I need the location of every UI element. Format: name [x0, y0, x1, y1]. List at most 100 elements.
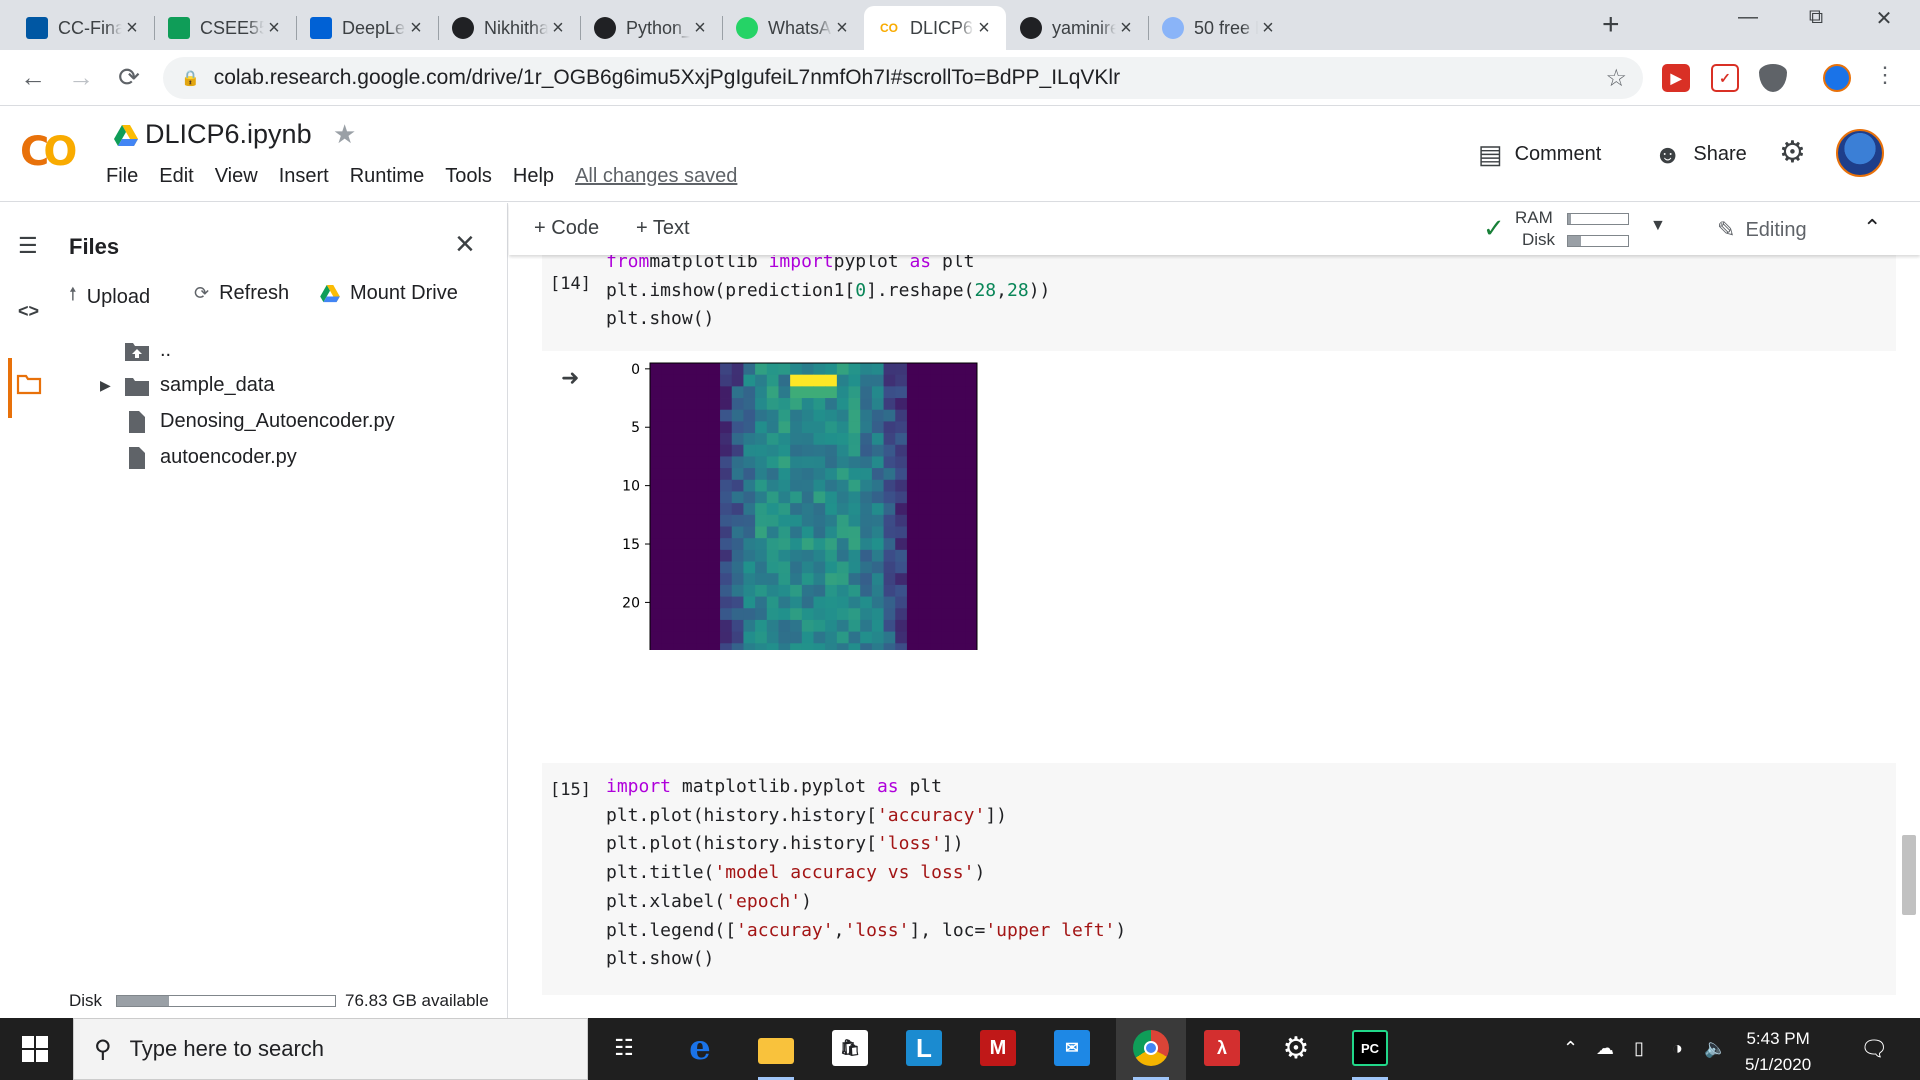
notification-center-icon[interactable]: 🗨 [1860, 1036, 1888, 1062]
heatmap-cell [673, 573, 686, 586]
windows-start-icon[interactable] [22, 1036, 48, 1062]
browser-tab[interactable]: CC-Final E× [12, 6, 154, 50]
share-button[interactable]: ☻ Share [1654, 139, 1747, 170]
folder-icon[interactable] [16, 373, 42, 395]
code-cell[interactable]: [15] import matplotlib.pyplot as plt plt.… [542, 763, 1896, 995]
menu-view[interactable]: View [215, 165, 258, 188]
omnibox[interactable]: 🔒 colab.research.google.com/drive/1r_OGB… [163, 57, 1643, 99]
editing-mode-button[interactable]: ✎ Editing [1717, 217, 1807, 243]
heatmap-cell [685, 631, 698, 644]
onedrive-warning-icon[interactable]: ☁ [1596, 1038, 1614, 1059]
mcafee-icon[interactable]: M [980, 1030, 1016, 1066]
back-icon[interactable]: ← [16, 62, 50, 93]
file-tree-item[interactable]: Denosing_Autoencoder.py [100, 410, 395, 433]
taskbar-search-box[interactable]: ⚲ Type here to search [73, 1018, 588, 1080]
colab-logo[interactable]: CO [20, 129, 77, 175]
shield-extension-icon[interactable] [1759, 64, 1787, 92]
add-code-cell-button[interactable]: + Code [534, 217, 599, 240]
output-icon[interactable]: ➜ [561, 365, 579, 391]
heatmap-cell [801, 596, 814, 609]
battery-icon[interactable]: ▯ [1634, 1038, 1644, 1059]
browser-tab[interactable]: Python_D× [580, 6, 722, 50]
browser-menu-icon[interactable]: ⋮ [1868, 62, 1902, 88]
chrome-icon[interactable] [1133, 1030, 1169, 1066]
reload-icon[interactable]: ⟳ [112, 62, 146, 93]
parent-directory-row[interactable]: .. [100, 339, 171, 362]
browser-tab[interactable]: DeepLear× [296, 6, 438, 50]
task-view-icon[interactable]: ☷ [606, 1030, 642, 1066]
notebook-scrollbar[interactable] [1902, 835, 1916, 915]
heatmap-cell [673, 386, 686, 399]
pocket-icon[interactable]: ✓ [1711, 64, 1739, 92]
new-tab-button[interactable]: + [1602, 8, 1620, 42]
collapse-header-icon[interactable]: ⌃ [1863, 215, 1881, 241]
menu-insert[interactable]: Insert [279, 165, 329, 188]
edge-icon[interactable]: e [682, 1028, 718, 1068]
menu-help[interactable]: Help [513, 165, 554, 188]
menu-edit[interactable]: Edit [159, 165, 193, 188]
add-text-cell-button[interactable]: + Text [636, 217, 690, 240]
browser-tab[interactable]: 50 free M× [1148, 6, 1290, 50]
close-tab-icon[interactable]: × [832, 17, 852, 40]
star-notebook-icon[interactable]: ★ [333, 119, 356, 150]
browser-tab[interactable]: CSEE5590× [154, 6, 296, 50]
restore-button[interactable]: ⧉ [1786, 6, 1846, 29]
settings-gear-icon[interactable]: ⚙ [1779, 135, 1818, 170]
profile-avatar-icon[interactable] [1823, 64, 1851, 92]
code-snippets-icon[interactable]: <> [18, 301, 39, 322]
table-of-contents-icon[interactable]: ☰ [18, 233, 38, 259]
mount-drive-button[interactable]: Mount Drive [320, 282, 458, 305]
url-text[interactable]: colab.research.google.com/drive/1r_OGB6g… [214, 66, 1120, 90]
close-panel-icon[interactable]: × [455, 225, 475, 264]
resources-dropdown-icon[interactable]: ▼ [1650, 217, 1666, 235]
browser-tab[interactable]: CO DLICP6.ip× [864, 6, 1006, 50]
heatmap-cell [848, 456, 861, 469]
refresh-button[interactable]: ⟳ Refresh [194, 282, 289, 305]
browser-tab[interactable]: NikhithaK× [438, 6, 580, 50]
menu-tools[interactable]: Tools [445, 165, 492, 188]
code-editor[interactable]: frommatplotlib importpyplot as plt plt.im… [606, 255, 1050, 334]
file-tree-item[interactable]: ▶ sample_data [100, 374, 275, 397]
wifi-icon[interactable]: ◑ [1672, 1038, 1683, 1059]
expand-arrow-icon[interactable]: ▶ [100, 377, 124, 394]
close-tab-icon[interactable]: × [1258, 17, 1278, 40]
lync-icon[interactable]: L [906, 1030, 942, 1066]
volume-icon[interactable]: 🔈 [1704, 1038, 1726, 1059]
settings-icon[interactable]: ⚙ [1278, 1030, 1314, 1066]
menu-file[interactable]: File [106, 165, 138, 188]
browser-tab[interactable]: WhatsApp× [722, 6, 864, 50]
upload-button[interactable]: 🠕 Upload [69, 282, 150, 312]
browser-tab[interactable]: yaminired× [1006, 6, 1148, 50]
menu-runtime[interactable]: Runtime [350, 165, 424, 188]
file-explorer-icon[interactable] [758, 1038, 794, 1064]
code-cell[interactable]: [14] frommatplotlib importpyplot as plt p… [542, 255, 1896, 351]
pycharm-icon[interactable]: PC [1352, 1030, 1388, 1066]
heatmap-cell [766, 479, 779, 492]
minimize-button[interactable]: — [1718, 6, 1778, 29]
mail-icon[interactable]: ✉ [1054, 1030, 1090, 1066]
heatmap-cell [720, 386, 733, 399]
show-hidden-icons[interactable]: ⌃ [1563, 1038, 1578, 1059]
comment-button[interactable]: ▤ Comment [1478, 139, 1601, 170]
close-tab-icon[interactable]: × [1116, 17, 1136, 40]
user-avatar[interactable] [1836, 129, 1884, 177]
file-tree-item[interactable]: autoencoder.py [100, 446, 297, 469]
store-icon[interactable]: 🛍 [832, 1030, 868, 1066]
close-tab-icon[interactable]: × [122, 17, 142, 40]
close-tab-icon[interactable]: × [548, 17, 568, 40]
close-window-button[interactable]: ✕ [1854, 6, 1914, 31]
heatmap-cell [906, 409, 920, 422]
close-tab-icon[interactable]: × [406, 17, 426, 40]
close-tab-icon[interactable]: × [974, 17, 994, 40]
code-editor[interactable]: import matplotlib.pyplot as plt plt.plot(… [606, 773, 1126, 974]
notebook-title[interactable]: DLICP6.ipynb [145, 119, 312, 150]
save-status-link[interactable]: All changes saved [575, 165, 737, 188]
system-clock[interactable]: 5:43 PM 5/1/2020 [1745, 1026, 1811, 1078]
heatmap-cell [906, 421, 920, 434]
close-tab-icon[interactable]: × [690, 17, 710, 40]
extension-icon-red[interactable]: ▶ [1662, 64, 1690, 92]
close-tab-icon[interactable]: × [264, 17, 284, 40]
bookmark-star-icon[interactable]: ☆ [1605, 64, 1627, 93]
acrobat-icon[interactable]: λ [1204, 1030, 1240, 1066]
forward-icon[interactable]: → [64, 62, 98, 93]
